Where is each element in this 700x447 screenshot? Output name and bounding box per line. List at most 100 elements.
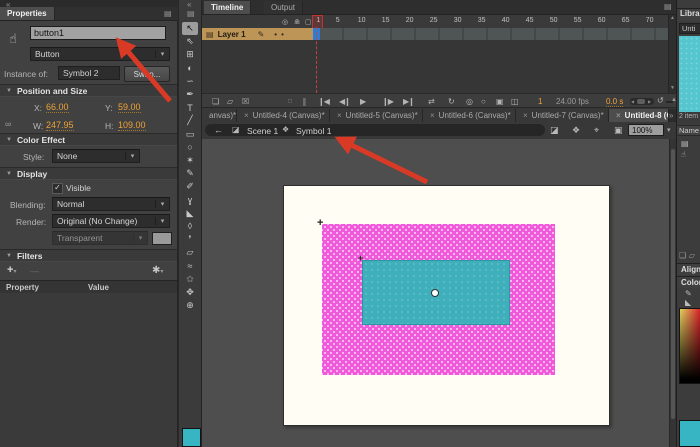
tab-timeline[interactable]: Timeline [204,1,251,14]
section-color-effect[interactable]: ▼ Color Effect [0,133,177,146]
document-tab-2[interactable]: × Untitled-5 (Canvas)* [330,109,423,122]
color-gradient-picker[interactable] [679,308,700,384]
stroke-color-icon[interactable]: ✎ [685,289,692,298]
align-panel-header[interactable]: Align [677,263,700,275]
document-tab-5[interactable]: × Untitled-8 (Canvas)* [609,109,669,122]
filter-options-button[interactable]: ✱▾ [152,265,163,276]
eraser-tool[interactable]: ▱ [179,246,201,259]
scroll-left-icon[interactable]: ◀ [631,99,634,104]
layer-lock-dot-icon[interactable]: • [281,30,284,39]
section-filters[interactable]: ▼ Filters [0,249,177,262]
document-tab-4[interactable]: × Untitled-7 (Canvas)* [516,109,609,122]
go-first-frame-button[interactable]: ❙◀ [318,97,329,106]
layer-row[interactable]: ▤ Layer 1 ✎ • • [202,28,676,40]
lasso-tool[interactable]: ∽ [179,75,201,88]
edit-symbols-button[interactable]: ❖ [572,125,580,136]
gradient-transform-tool[interactable]: ◐ [179,62,201,75]
constrain-link-icon[interactable]: ∞ [5,119,11,129]
library-document-select[interactable]: Unti [679,23,700,34]
instance-type-dropdown[interactable]: Button ▾ [30,47,170,61]
brush-tool[interactable]: ✐ [179,180,201,193]
close-icon[interactable]: × [523,111,528,120]
zoom-level-field[interactable]: 100% [628,124,664,136]
edit-multiple-frames-button[interactable]: ▣ [496,97,503,106]
document-tab-3[interactable]: × Untitled-6 (Canvas)* [423,109,516,122]
collapse-panel-icon[interactable]: « [187,0,191,9]
fill-color-icon[interactable]: ◣ [685,298,691,307]
h-value[interactable]: 109.00 [118,120,146,131]
style-dropdown[interactable]: None ▾ [52,149,140,163]
scroll-up-icon[interactable]: ▲ [670,15,675,21]
instance-name-input[interactable] [30,26,166,40]
color-fill-swatch[interactable] [679,420,700,447]
zoom-dropdown-arrow-icon[interactable]: ▾ [667,126,671,134]
reset-timeline-zoom-icon[interactable]: ↺ [657,96,664,105]
section-position-and-size[interactable]: ▼ Position and Size [0,84,177,97]
library-name-column-header[interactable]: Name [677,125,700,136]
tools-panel-menu-icon[interactable]: ▤ [187,9,195,18]
properties-panel-menu-icon[interactable]: ▤ [164,9,172,18]
frames-strip[interactable] [320,28,668,40]
back-button[interactable]: ← [214,125,223,135]
free-transform-tool[interactable]: ⊞ [179,48,201,61]
scroll-right-icon[interactable]: ▶ [648,99,651,104]
onion-skin-button[interactable]: ◎ [466,97,472,106]
y-value[interactable]: 59.00 [118,102,141,113]
bone-tool[interactable]: ɣ [179,193,201,206]
center-frame-button[interactable]: ⇄ [428,97,434,106]
library-panel-header[interactable]: Libra [677,8,700,21]
line-tool[interactable]: ╱ [179,114,201,127]
pencil-tool[interactable]: ✎ [179,167,201,180]
tab-properties[interactable]: Properties [0,7,55,20]
timeline-panel-menu-icon[interactable]: ▤ [664,2,672,11]
new-symbol-icon[interactable]: ❏ [677,251,686,260]
new-folder-button[interactable]: ▱ [227,97,232,106]
onion-outlines-button[interactable]: ○ [481,97,485,106]
selection-tool[interactable]: ↖ [182,22,198,35]
delete-layer-button[interactable]: ☒ [242,97,248,106]
tab-output[interactable]: Output [264,1,303,14]
center-stage-button[interactable]: ⌖ [594,125,599,136]
modify-markers-button[interactable]: ◫ [511,97,518,106]
document-tab-1[interactable]: × Untitled-4 (Canvas)* [237,109,330,122]
oval-tool[interactable]: ○ [179,141,201,154]
paint-bucket-tool[interactable]: ◣ [179,207,201,220]
close-icon[interactable]: × [244,111,249,120]
new-folder-icon[interactable]: ▱ [689,251,695,260]
render-dropdown[interactable]: Original (No Change) ▾ [52,214,170,228]
new-layer-button[interactable]: ❏ [212,97,218,106]
w-value[interactable]: 247.95 [46,120,74,131]
hand-tool[interactable]: ✥ [179,286,201,299]
loop-button[interactable]: ↻ [448,97,454,106]
spray-brush-tool[interactable]: ✿ [179,273,201,286]
text-tool[interactable]: T [179,101,201,114]
fill-color-swatch[interactable] [182,428,201,447]
layer-row-header[interactable]: ▤ Layer 1 ✎ • • [202,28,313,40]
scrollbar-thumb[interactable] [671,149,675,419]
timeline-scrollbar-vertical[interactable]: ▲ ▼ [668,15,676,93]
ink-bottle-tool[interactable]: ◊ [179,220,201,233]
current-frame-value[interactable]: 1 [538,97,542,106]
document-tab-0[interactable]: anvas)* [202,109,237,122]
edit-scene-button[interactable]: ◪ [550,125,559,136]
clip-content-button[interactable]: ▣ [614,125,623,136]
library-item-row[interactable]: ▤ [677,138,700,148]
timeline-scrollbar-horizontal[interactable]: ◀ ▶ [630,98,654,105]
visible-checkbox[interactable]: ✓ [52,183,63,194]
playhead-marker[interactable] [312,15,323,29]
polystar-tool[interactable]: ✶ [179,154,201,167]
eyedropper-tool[interactable]: ❜ [179,233,201,246]
close-icon[interactable]: × [337,111,342,120]
frame-rate-value[interactable]: 24.00 fps [556,97,589,106]
elapsed-time-value[interactable]: 0.0 s [606,97,623,107]
close-icon[interactable]: × [430,111,435,120]
transform-point-icon[interactable] [431,289,439,297]
zoom-tool[interactable]: ⊕ [179,299,201,312]
scroll-down-icon[interactable]: ▼ [670,85,675,91]
library-item-row[interactable]: ☝ [677,149,700,159]
rectangle-tool[interactable]: ▭ [179,128,201,141]
swap-button[interactable]: Swap... [124,66,170,82]
canvas-scrollbar-vertical[interactable] [669,139,676,447]
play-button[interactable]: ▶ [360,97,365,106]
step-back-button[interactable]: ◀❙ [339,97,350,106]
